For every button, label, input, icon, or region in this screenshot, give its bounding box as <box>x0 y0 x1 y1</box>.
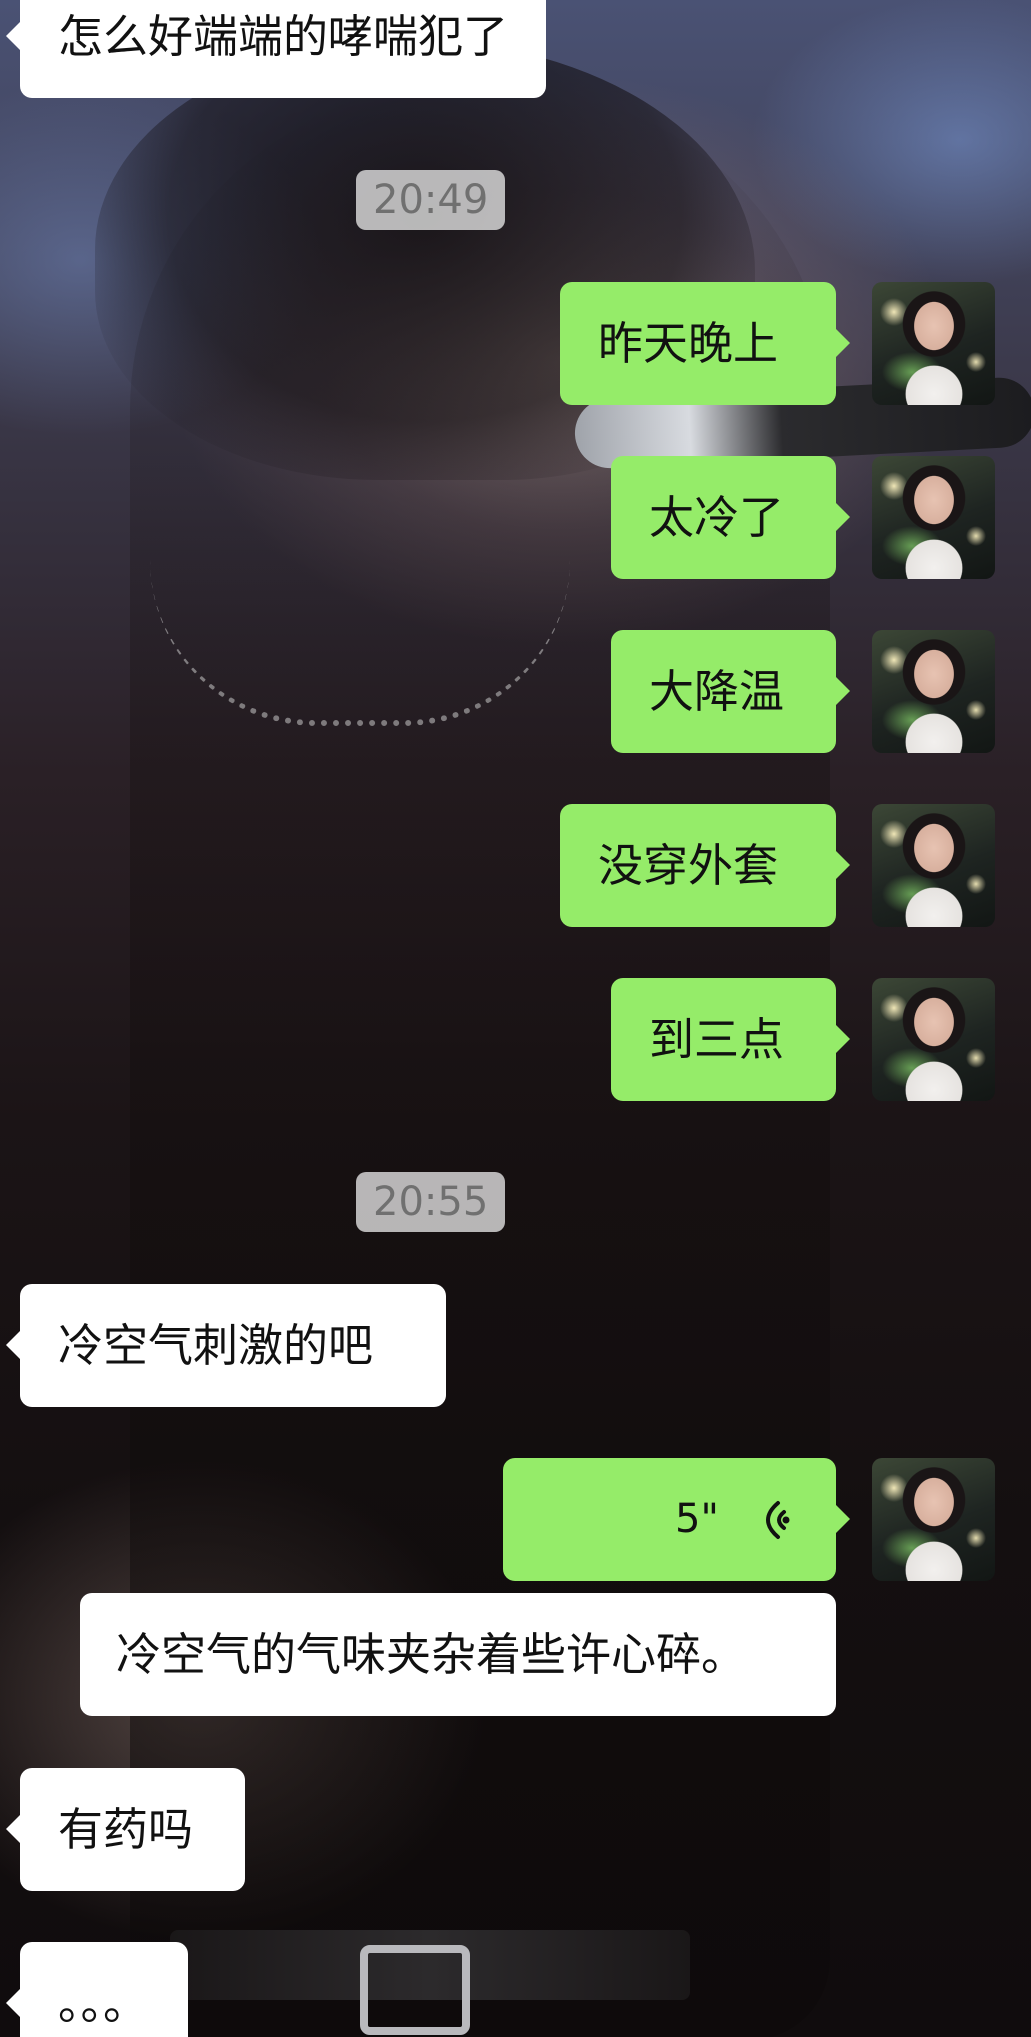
message-incoming[interactable]: 。。。 <box>6 1942 188 2037</box>
message-incoming[interactable]: 冷空气刺激的吧 <box>6 1284 446 1407</box>
message-incoming[interactable]: 怎么好端端的哮喘犯了 <box>5 0 547 98</box>
transcript-text: 冷空气的气味夹杂着些许心碎。 <box>116 1628 747 1681</box>
user-avatar[interactable] <box>872 282 995 405</box>
message-incoming[interactable]: 有药吗 <box>6 1768 245 1891</box>
message-outgoing[interactable]: 昨天晚上 <box>560 282 850 405</box>
chat-screen: 怎么好端端的哮喘犯了 20:49 昨天晚上 太冷了 大降温 没穿外套 到三点 2… <box>0 0 1031 2037</box>
message-text: 冷空气刺激的吧 <box>58 1319 374 1372</box>
message-text: 有药吗 <box>58 1803 194 1856</box>
voice-message[interactable]: 5" <box>503 1458 850 1581</box>
user-avatar[interactable] <box>872 804 995 927</box>
user-avatar[interactable] <box>872 978 995 1101</box>
voice-wave-icon <box>766 1501 790 1539</box>
message-text: 大降温 <box>649 665 785 718</box>
message-outgoing[interactable]: 太冷了 <box>611 456 850 579</box>
message-outgoing[interactable]: 到三点 <box>611 978 850 1101</box>
voice-transcript[interactable]: 冷空气的气味夹杂着些许心碎。 <box>80 1593 836 1716</box>
message-text: 太冷了 <box>649 491 785 544</box>
message-text: 。。。 <box>58 1977 149 2030</box>
message-text: 没穿外套 <box>598 839 779 892</box>
message-text: 到三点 <box>649 1013 785 1066</box>
timestamp: 20:55 <box>356 1172 506 1232</box>
user-avatar[interactable] <box>872 456 995 579</box>
message-text: 昨天晚上 <box>598 317 779 370</box>
message-outgoing[interactable]: 没穿外套 <box>560 804 850 927</box>
background-photo-buckle <box>360 1945 470 2035</box>
message-outgoing[interactable]: 大降温 <box>611 630 850 753</box>
user-avatar[interactable] <box>872 1458 995 1581</box>
voice-duration: 5" <box>675 1496 719 1542</box>
message-text: 怎么好端端的哮喘犯了 <box>58 10 509 63</box>
user-avatar[interactable] <box>872 630 995 753</box>
timestamp: 20:49 <box>356 170 506 230</box>
